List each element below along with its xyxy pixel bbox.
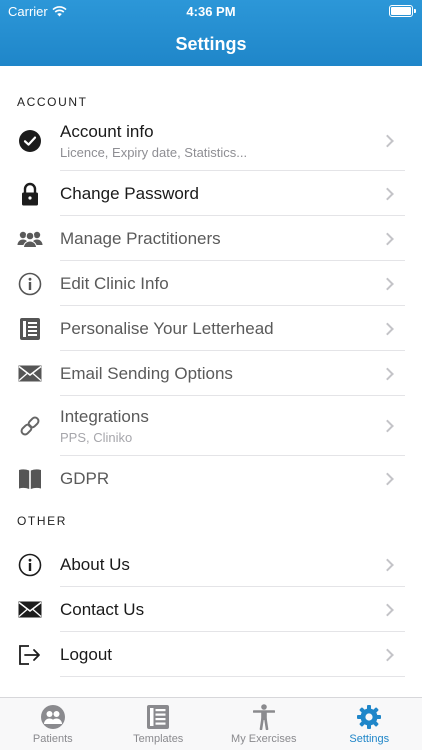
status-bar: Carrier 4:36 PM [0, 0, 422, 22]
settings-item-title: About Us [60, 554, 130, 574]
book-icon [0, 468, 60, 490]
settings-item-title: Edit Clinic Info [60, 273, 169, 293]
tab-label: Templates [133, 733, 184, 745]
settings-list[interactable]: ACCOUNT Account info Licence, Expiry dat… [0, 66, 422, 697]
settings-item-title: Personalise Your Letterhead [60, 318, 274, 338]
settings-item-title: Contact Us [60, 599, 145, 619]
tab-templates[interactable]: Templates [106, 698, 212, 750]
clock: 4:36 PM [186, 4, 236, 19]
settings-item-subtitle: Licence, Expiry date, Statistics... [60, 145, 248, 160]
settings-item-account-info[interactable]: Account info Licence, Expiry date, Stati… [0, 111, 422, 171]
settings-item-title: Email Sending Options [60, 363, 233, 383]
people-icon [0, 230, 60, 248]
exercise-figure-icon [252, 704, 275, 730]
document-icon [0, 317, 60, 341]
settings-item-title: Integrations [60, 407, 149, 426]
envelope-icon [0, 601, 60, 618]
settings-item-integrations[interactable]: Integrations PPS, Cliniko [0, 396, 422, 456]
checkmark-circle-icon [0, 129, 60, 153]
settings-item-change-password[interactable]: Change Password [0, 171, 422, 216]
section-header-account: ACCOUNT [17, 95, 88, 109]
tab-label: Settings [349, 733, 390, 745]
section-header-other: OTHER [17, 514, 67, 528]
tab-bar: Patients Templates My Exercises Settings [0, 697, 422, 750]
info-circle-icon [0, 553, 60, 577]
settings-item-manage-practitioners[interactable]: Manage Practitioners [0, 216, 422, 261]
logout-icon [0, 644, 60, 666]
settings-item-subtitle: PPS, Cliniko [60, 430, 133, 445]
templates-icon [147, 705, 170, 729]
tab-patients[interactable]: Patients [0, 698, 106, 750]
settings-item-title: Account info [60, 122, 154, 141]
navigation-bar: Carrier 4:36 PM Settings [0, 0, 422, 66]
settings-item-title: Manage Practitioners [60, 228, 221, 248]
settings-item-email-sending-options[interactable]: Email Sending Options [0, 351, 422, 396]
settings-item-gdpr[interactable]: GDPR [0, 456, 422, 501]
settings-item-personalise-letterhead[interactable]: Personalise Your Letterhead [0, 306, 422, 351]
settings-item-title: Logout [60, 644, 112, 664]
tab-my-exercises[interactable]: My Exercises [211, 698, 317, 750]
settings-item-logout[interactable]: Logout [0, 632, 422, 677]
tab-settings[interactable]: Settings [317, 698, 422, 750]
tab-label: My Exercises [231, 733, 297, 745]
page-title: Settings [175, 34, 247, 54]
settings-item-about-us[interactable]: About Us [0, 542, 422, 587]
settings-item-title: GDPR [60, 468, 110, 488]
gear-icon [357, 705, 382, 729]
battery-icon [389, 5, 416, 17]
settings-item-edit-clinic-info[interactable]: Edit Clinic Info [0, 261, 422, 306]
link-icon [0, 414, 60, 438]
tab-label: Patients [32, 733, 73, 745]
settings-item-title: Change Password [60, 183, 199, 203]
settings-item-contact-us[interactable]: Contact Us [0, 587, 422, 632]
patients-icon [40, 705, 65, 729]
envelope-icon [0, 365, 60, 382]
lock-icon [0, 182, 60, 206]
info-circle-icon [0, 272, 60, 296]
